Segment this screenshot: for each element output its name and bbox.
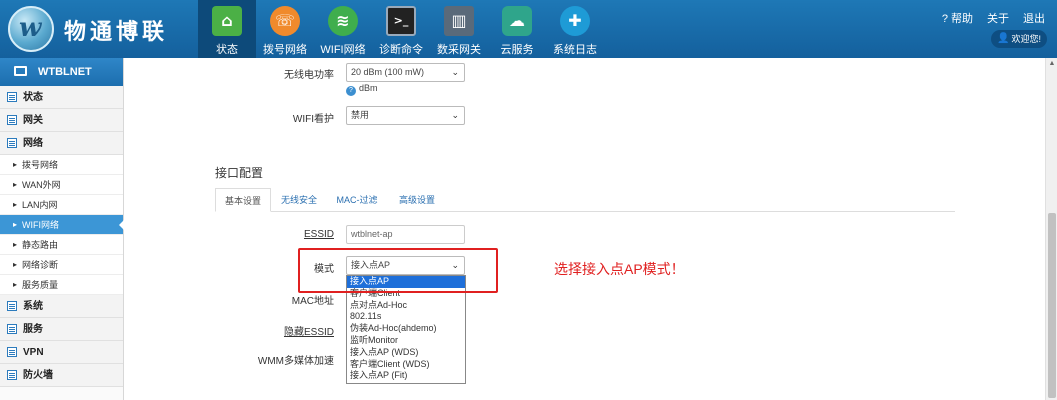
stethoscope-icon: ✚ [560,6,590,36]
sidebar-item-lan[interactable]: LAN内网 [0,195,123,215]
list-icon [7,301,17,311]
sidebar: WTBLNET 状态 网关 网络 拨号网络 WAN外网 LAN内网 WIFI网络… [0,58,124,400]
list-icon [7,347,17,357]
sidebar-item-service[interactable]: 服务 [0,318,123,341]
help-icon: ? [346,86,356,96]
essid-label: ESSID [303,229,334,240]
nav-cloud-service[interactable]: ☁ 云服务 [488,0,546,58]
nav-wifi-network[interactable]: ≋ WIFI网络 [314,0,372,58]
sidebar-item-qos[interactable]: 服务质量 [0,275,123,295]
tx-power-select[interactable]: 20 dBm (100 mW) ⌄ [346,63,465,82]
wifi-guard-select[interactable]: 禁用 ⌄ [346,106,465,125]
nav-status[interactable]: ⌂ 状态 [198,0,256,58]
list-icon [7,324,17,334]
sidebar-item-network-diag[interactable]: 网络诊断 [0,255,123,275]
tab-advanced[interactable]: 高级设置 [393,188,441,212]
cloud-icon: ☁ [502,6,532,36]
sidebar-item-dial-network[interactable]: 拨号网络 [0,155,123,175]
nav-system-log[interactable]: ✚ 系统日志 [546,0,604,58]
home-icon: ⌂ [212,6,242,36]
brand-name: 物通博联 [64,20,169,45]
mode-option[interactable]: 接入点AP (Fit) [347,370,465,382]
logout-link[interactable]: 退出 [1023,10,1045,26]
sidebar-item-vpn[interactable]: VPN [0,341,123,364]
scroll-up-icon[interactable]: ▲ [1046,58,1057,70]
about-link[interactable]: 关于 [987,10,1009,26]
section-title: 接口配置 [215,166,264,180]
annotation-text: 选择接入点AP模式！ [554,261,685,277]
list-icon [7,138,17,148]
chevron-down-icon: ⌄ [451,110,459,120]
main-nav: ⌂ 状态 ☏ 拨号网络 ≋ WIFI网络 >_ 诊断命令 ▥ 数采网关 ☁ 云服… [198,0,604,58]
sidebar-item-wan[interactable]: WAN外网 [0,175,123,195]
user-icon: 👤 [997,33,1010,44]
red-highlight-box [298,248,498,293]
main-content: 无线电功率 20 dBm (100 mW) ⌄ ? dBm WIFI看护 禁用 ⌄ 接… [124,58,1045,400]
mode-option[interactable]: 接入点AP (WDS) [347,347,465,359]
tx-power-label: 无线电功率 [284,70,334,81]
monitor-icon [14,66,27,76]
help-link[interactable]: ? 帮助 [942,10,973,26]
list-icon [7,115,17,125]
mode-option[interactable]: 802.11s [347,311,465,323]
hidden-essid-label: 隐藏ESSID [283,327,334,338]
chevron-down-icon: ⌄ [451,67,459,77]
sidebar-item-firewall[interactable]: 防火墙 [0,364,123,387]
sidebar-title: WTBLNET [0,58,123,86]
tab-mac-filter[interactable]: MAC-过滤 [333,188,381,212]
mode-option[interactable]: 监听Monitor [347,335,465,347]
logo-emblem: w [8,6,54,52]
tab-wireless-security[interactable]: 无线安全 [275,188,323,212]
wifi-guard-label: WIFI看护 [292,114,334,125]
list-icon [7,370,17,380]
nav-diagnostics[interactable]: >_ 诊断命令 [372,0,430,58]
wifi-icon: ≋ [328,6,358,36]
essid-input[interactable]: wtblnet-ap [346,225,465,244]
nav-dial-network[interactable]: ☏ 拨号网络 [256,0,314,58]
mode-option[interactable]: 伪装Ad-Hoc(ahdemo) [347,323,465,335]
scroll-thumb[interactable] [1048,213,1056,398]
tab-basic[interactable]: 基本设置 [215,188,271,212]
data-icon: ▥ [444,6,474,36]
sidebar-item-gateway[interactable]: 网关 [0,109,123,132]
mac-address-label: MAC地址 [291,296,334,307]
dial-icon: ☏ [270,6,300,36]
nav-data-gateway[interactable]: ▥ 数采网关 [430,0,488,58]
sidebar-item-wifi[interactable]: WIFI网络 [0,215,124,235]
brand-logo: w 物通博联 [8,6,198,52]
mode-option[interactable]: 客户端Client (WDS) [347,359,465,371]
scrollbar[interactable]: ▲ [1045,58,1057,400]
terminal-icon: >_ [386,6,416,36]
top-header: w 物通博联 ⌂ 状态 ☏ 拨号网络 ≋ WIFI网络 >_ 诊断命令 ▥ 数采… [0,0,1057,58]
list-icon [7,92,17,102]
top-links: ? 帮助 关于 退出 [942,10,1045,26]
tx-power-hint: ? dBm [346,83,378,96]
sidebar-item-system[interactable]: 系统 [0,295,123,318]
sidebar-item-status[interactable]: 状态 [0,86,123,109]
welcome-badge: 👤 欢迎您! [991,30,1047,48]
sidebar-item-static-route[interactable]: 静态路由 [0,235,123,255]
sidebar-item-network[interactable]: 网络 [0,132,123,155]
wmm-label: WMM多媒体加速 [257,356,334,367]
interface-tabs: 基本设置 无线安全 MAC-过滤 高级设置 [215,188,955,212]
mode-option[interactable]: 点对点Ad-Hoc [347,300,465,312]
